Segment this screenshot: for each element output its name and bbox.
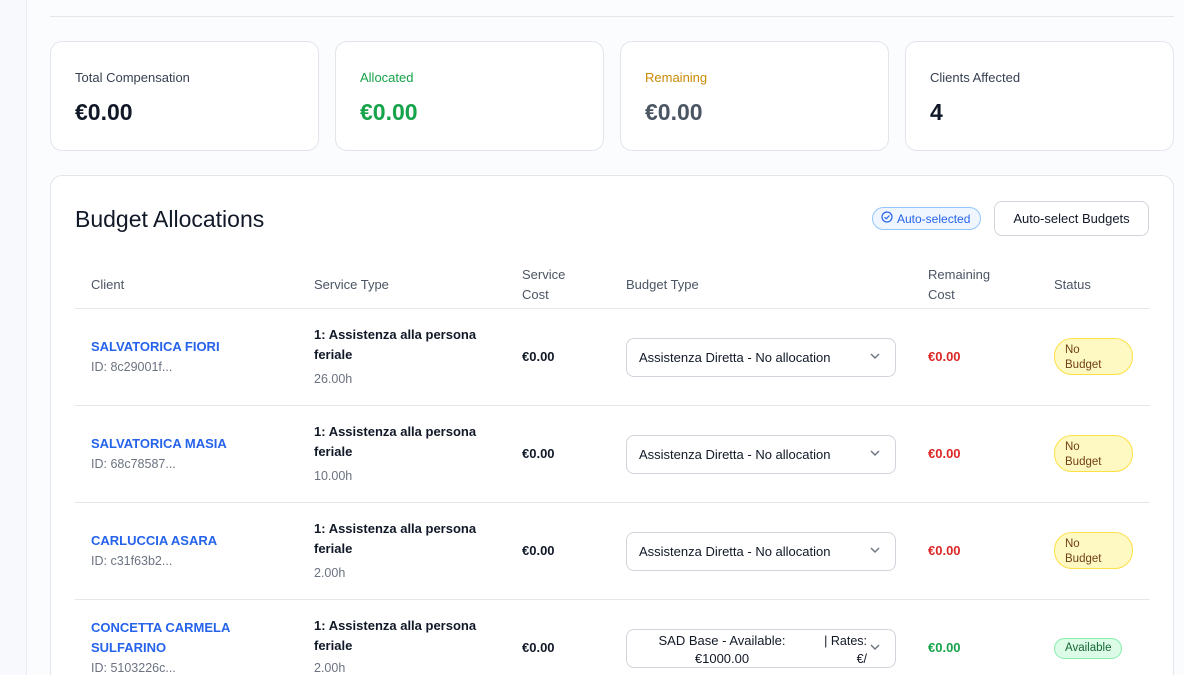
client-id: ID: c31f63b2...: [91, 554, 173, 568]
stat-label: Remaining: [645, 70, 708, 85]
column-header-status: Status: [1054, 277, 1091, 292]
chevron-down-icon: [869, 349, 881, 366]
service-name: 1: Assistenza alla persona feriale: [314, 521, 477, 556]
column-header-line: Remaining: [928, 267, 991, 282]
status-badge: Available: [1054, 638, 1123, 659]
stat-label: Clients Affected: [930, 70, 1021, 85]
table-row: SALVATORICA FIORI ID: 8c29001f... 1: Ass…: [75, 309, 1150, 406]
stat-card-remaining: Remaining €0.00: [620, 41, 889, 151]
chevron-down-icon: [869, 446, 881, 463]
budget-select-line: | Rates:: [824, 634, 867, 648]
status-line: Budget: [1065, 359, 1102, 371]
auto-selected-label: Auto-selected: [897, 211, 971, 226]
client-link[interactable]: SALVATORICA MASIA: [91, 434, 261, 454]
column-header-line: Cost: [522, 287, 549, 302]
status-badge: No Budget: [1054, 338, 1133, 375]
service-name: 1: Assistenza alla persona feriale: [314, 327, 477, 362]
table-row: SALVATORICA MASIA ID: 68c78587... 1: Ass…: [75, 406, 1150, 503]
table-row: CONCETTA CARMELA SULFARINO ID: 5103226c.…: [75, 600, 1150, 675]
budget-select-value: Assistenza Diretta - No allocation: [639, 447, 831, 462]
stat-value: €0.00: [645, 99, 703, 125]
stat-card-allocated: Allocated €0.00: [335, 41, 604, 151]
service-hours: 10.00h: [314, 469, 353, 483]
table-row: CARLUCCIA ASARA ID: c31f63b2... 1: Assis…: [75, 503, 1150, 600]
column-header-budget-type: Budget Type: [626, 277, 699, 292]
client-link[interactable]: CONCETTA CARMELA SULFARINO: [91, 618, 261, 658]
service-name: 1: Assistenza alla persona feriale: [314, 424, 477, 459]
chevron-down-icon: [869, 543, 881, 560]
service-cost: €0.00: [522, 640, 555, 655]
service-hours: 26.00h: [314, 372, 353, 386]
divider: [50, 16, 1174, 17]
stat-value: €0.00: [75, 99, 133, 125]
remaining-cost: €0.00: [928, 446, 961, 461]
auto-selected-badge: Auto-selected: [872, 207, 982, 230]
service-name: 1: Assistenza alla persona feriale: [314, 618, 477, 653]
budget-select-value: SAD Base - Available: €1000.00: [627, 632, 817, 668]
client-id: ID: 5103226c...: [91, 661, 176, 675]
budget-select-line: €/: [856, 652, 867, 666]
remaining-cost: €0.00: [928, 640, 961, 655]
service-cost: €0.00: [522, 446, 555, 461]
column-header-client: Client: [91, 277, 125, 292]
budget-allocations-card: Budget Allocations Auto-selected Auto-se…: [50, 175, 1174, 675]
status-line: No: [1065, 344, 1080, 356]
stat-label: Total Compensation: [75, 70, 190, 85]
budget-select-line: SAD Base - Available:: [658, 633, 786, 648]
table-header: Client Service Type Service Cost Budget …: [75, 264, 1150, 309]
stat-value: 4: [930, 99, 943, 125]
section-title: Budget Allocations: [75, 206, 265, 232]
check-circle-icon: [881, 211, 893, 226]
client-link[interactable]: CARLUCCIA ASARA: [91, 531, 261, 551]
column-header-remaining-cost: Remaining Cost: [928, 265, 990, 305]
remaining-cost: €0.00: [928, 349, 961, 364]
chevron-down-icon: [869, 640, 881, 657]
budget-type-select[interactable]: Assistenza Diretta - No allocation: [626, 435, 896, 474]
budget-type-select[interactable]: SAD Base - Available: €1000.00 | Rates: …: [626, 629, 896, 668]
stat-value: €0.00: [360, 99, 418, 125]
budget-select-value: Assistenza Diretta - No allocation: [639, 544, 831, 559]
budget-select-rates: | Rates: €/: [819, 632, 867, 668]
client-id: ID: 68c78587...: [91, 457, 176, 471]
column-header-service-cost: Service Cost: [522, 265, 565, 305]
status-line: No: [1065, 538, 1080, 550]
stat-label: Allocated: [360, 70, 414, 85]
service-cost: €0.00: [522, 543, 555, 558]
client-link[interactable]: SALVATORICA FIORI: [91, 337, 261, 357]
status-line: No: [1065, 441, 1080, 453]
stat-card-clients-affected: Clients Affected 4: [905, 41, 1174, 151]
remaining-cost: €0.00: [928, 543, 961, 558]
service-cost: €0.00: [522, 349, 555, 364]
auto-select-budgets-button[interactable]: Auto-select Budgets: [994, 201, 1149, 236]
status-line: Budget: [1065, 553, 1102, 565]
left-sidebar-edge: [0, 0, 26, 675]
status-badge: No Budget: [1054, 435, 1133, 472]
column-header-line: Service: [522, 267, 566, 282]
status-line: Budget: [1065, 456, 1102, 468]
column-header-service-type: Service Type: [314, 277, 389, 292]
budget-type-select[interactable]: Assistenza Diretta - No allocation: [626, 532, 896, 571]
service-hours: 2.00h: [314, 661, 346, 675]
column-header-line: Cost: [928, 287, 955, 302]
budget-type-select[interactable]: Assistenza Diretta - No allocation: [626, 338, 896, 377]
status-badge: No Budget: [1054, 532, 1133, 569]
service-hours: 2.00h: [314, 566, 346, 580]
budget-select-value: Assistenza Diretta - No allocation: [639, 350, 831, 365]
client-id: ID: 8c29001f...: [91, 360, 173, 374]
budget-select-line: €1000.00: [694, 651, 750, 666]
stat-card-total-compensation: Total Compensation €0.00: [50, 41, 319, 151]
